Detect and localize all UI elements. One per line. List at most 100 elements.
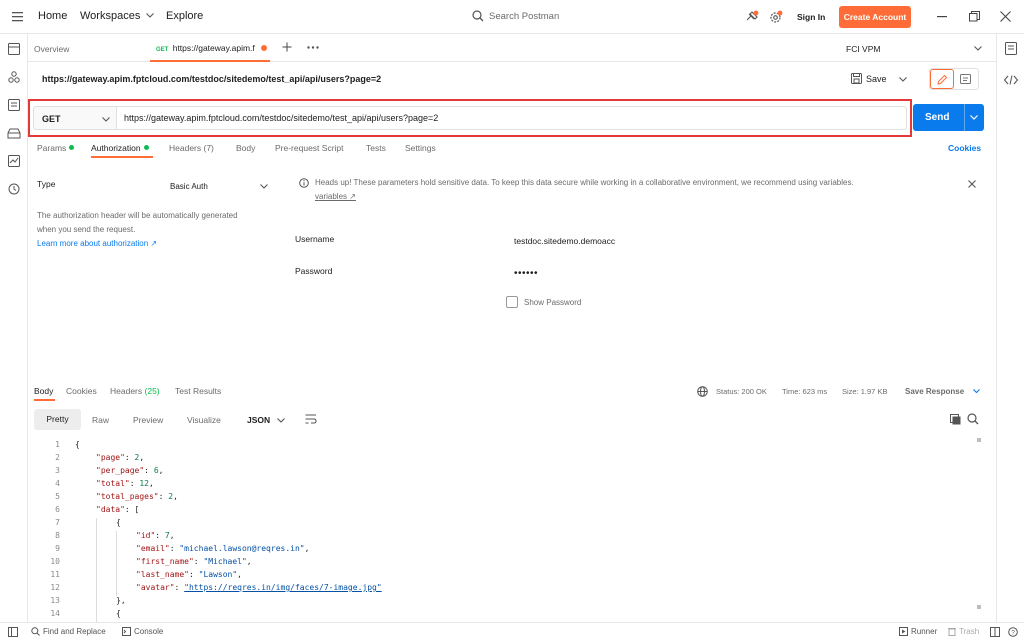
save-response-chevron-icon[interactable] [973, 389, 980, 394]
top-bar: Home Workspaces Explore Search Postman S… [0, 0, 1024, 34]
response-tab-cookies[interactable]: Cookies [66, 386, 97, 396]
save-options-chevron-icon[interactable] [899, 77, 907, 82]
copy-icon[interactable] [950, 414, 961, 425]
view-visualize-button[interactable]: Visualize [187, 415, 221, 425]
find-replace-label: Find and Replace [43, 627, 106, 636]
search-response-icon[interactable] [967, 413, 979, 425]
tab-tests[interactable]: Tests [366, 143, 386, 153]
save-button[interactable]: Save [851, 73, 887, 84]
status-bar: Find and Replace Console Runner Trash ? [0, 622, 1024, 640]
json-key: "email" [136, 544, 170, 553]
save-response-button[interactable]: Save Response [905, 387, 964, 396]
environment-selector[interactable]: FCI VPM [846, 44, 880, 54]
view-preview-button[interactable]: Preview [133, 415, 163, 425]
code-line: 14{ [40, 609, 940, 622]
username-label: Username [295, 234, 335, 244]
nav-home[interactable]: Home [38, 10, 67, 22]
show-password-checkbox[interactable] [506, 296, 518, 308]
avatar-url-link[interactable]: "https://reqres.in/img/faces/7-image.jpg… [184, 583, 381, 592]
send-button[interactable]: Send [913, 104, 984, 131]
satellite-icon[interactable] [745, 10, 759, 24]
json-key: "first_name" [136, 557, 194, 566]
tab-authorization[interactable]: Authorization [91, 143, 149, 153]
response-tab-body[interactable]: Body [34, 386, 53, 396]
code-line: 10 "first_name": "Michael", [40, 557, 940, 570]
format-chevron-icon[interactable] [277, 418, 285, 423]
code-line: 6 "data": [ [40, 505, 940, 518]
layout-toggle-icon[interactable] [8, 627, 18, 637]
trash-icon [948, 627, 956, 636]
username-input[interactable]: testdoc.sitedemo.demoacc [514, 236, 615, 246]
tab-params[interactable]: Params [37, 143, 75, 153]
tab-overview[interactable]: Overview [34, 44, 69, 54]
history-icon[interactable] [8, 183, 20, 195]
method-select[interactable]: GET [33, 106, 117, 130]
trash-button[interactable]: Trash [948, 627, 979, 636]
code-icon[interactable] [1004, 75, 1018, 85]
format-select[interactable]: JSON [247, 415, 270, 425]
dismiss-notice-close-icon[interactable] [968, 180, 976, 188]
show-password-label[interactable]: Show Password [524, 298, 581, 307]
runner-button[interactable]: Runner [899, 627, 937, 636]
create-account-button[interactable]: Create Account [839, 6, 911, 28]
environments-icon[interactable] [8, 99, 20, 111]
json-value: 12 [139, 479, 149, 488]
json-key: "data" [96, 505, 125, 514]
nav-explore[interactable]: Explore [166, 10, 203, 22]
restore-icon[interactable] [969, 11, 980, 22]
auth-type-chevron-icon[interactable] [260, 184, 268, 189]
tab-settings[interactable]: Settings [405, 143, 436, 153]
code-line: 8 "id": 7, [40, 531, 940, 544]
auth-type-select[interactable]: Basic Auth [170, 182, 208, 191]
search-bar[interactable]: Search Postman [472, 10, 559, 22]
search-icon [472, 10, 484, 22]
tab-active-request[interactable]: GET https://gateway.apim.f [156, 43, 268, 53]
mock-servers-icon[interactable] [7, 128, 21, 139]
view-pretty-button[interactable]: Pretty [34, 409, 81, 430]
documentation-icon[interactable] [1005, 42, 1017, 55]
cookies-link[interactable]: Cookies [948, 143, 981, 153]
close-window-icon[interactable] [1000, 11, 1011, 22]
settings-gear-icon[interactable] [769, 10, 783, 24]
response-tab-test-results[interactable]: Test Results [175, 386, 221, 396]
json-value: "Lawson" [198, 570, 238, 579]
tab-authorization-label: Authorization [91, 143, 141, 153]
menu-icon[interactable] [12, 11, 24, 22]
collections-icon[interactable] [8, 43, 20, 55]
code-line: 13}, [40, 596, 940, 609]
two-pane-icon[interactable] [990, 627, 1000, 637]
url-input[interactable]: https://gateway.apim.fptcloud.com/testdo… [117, 106, 907, 130]
send-options-chevron-icon[interactable] [970, 115, 978, 120]
apis-icon[interactable] [8, 71, 20, 83]
code-line: 3 "per_page": 6, [40, 466, 940, 479]
learn-more-authorization-link[interactable]: Learn more about authorization ↗ [37, 239, 157, 248]
sign-in-link[interactable]: Sign In [797, 12, 825, 22]
comments-icon[interactable] [960, 74, 971, 84]
new-tab-plus-icon[interactable] [282, 42, 292, 52]
tab-prerequest-script[interactable]: Pre-request Script [275, 143, 344, 153]
send-label: Send [925, 112, 950, 123]
monitors-icon[interactable] [8, 155, 20, 167]
more-tabs-icon[interactable] [307, 46, 319, 49]
response-scrollbar[interactable] [977, 438, 981, 442]
console-button[interactable]: Console [122, 627, 163, 636]
wrap-lines-icon[interactable] [305, 414, 317, 424]
tab-bar: Overview GET https://gateway.apim.f FCI … [28, 34, 996, 62]
code-line: 12 "avatar": "https://reqres.in/img/faces… [40, 583, 940, 596]
response-scrollbar-end [977, 605, 981, 609]
tab-body[interactable]: Body [236, 143, 255, 153]
tab-headers[interactable]: Headers (7) [169, 143, 214, 153]
password-input[interactable]: •••••• [514, 268, 538, 279]
help-icon[interactable]: ? [1008, 627, 1018, 637]
edit-pencil-icon[interactable] [930, 69, 954, 89]
line-number: 12 [50, 583, 60, 592]
view-raw-button[interactable]: Raw [92, 415, 109, 425]
authorization-dot-icon [143, 145, 149, 150]
variables-link[interactable]: variables ↗ [315, 192, 356, 201]
search-placeholder: Search Postman [489, 10, 560, 22]
minimize-icon[interactable] [937, 16, 947, 18]
find-replace-button[interactable]: Find and Replace [31, 627, 106, 636]
nav-workspaces[interactable]: Workspaces [80, 10, 155, 22]
environment-chevron-icon[interactable] [974, 46, 982, 51]
response-tab-headers[interactable]: Headers (25) [110, 386, 160, 396]
